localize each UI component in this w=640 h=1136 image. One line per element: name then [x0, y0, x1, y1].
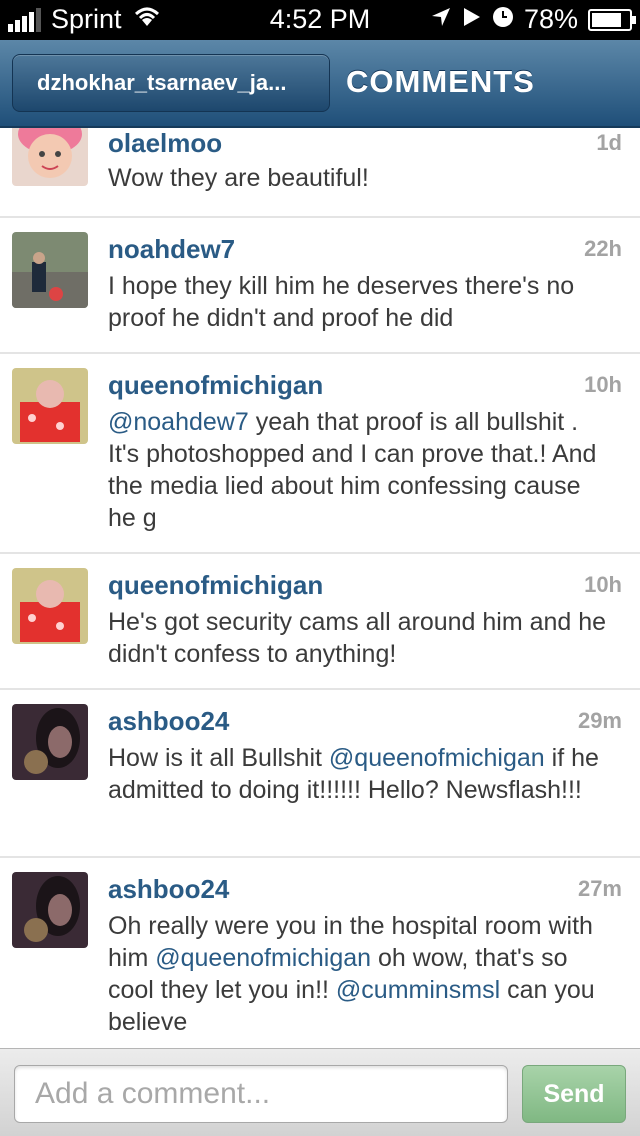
nav-bar: dzhokhar_tsarnaev_ja... COMMENTS: [0, 40, 640, 128]
comment-text: He's got security cams all around him an…: [108, 608, 607, 668]
comment-username[interactable]: noahdew7: [108, 234, 235, 265]
comment-username[interactable]: ashboo24: [108, 874, 229, 905]
battery-charging-icon: [588, 8, 636, 31]
comment-input[interactable]: [14, 1065, 508, 1123]
mention-link[interactable]: @queenofmichigan: [329, 744, 545, 772]
location-icon: [430, 4, 452, 35]
avatar[interactable]: [12, 568, 88, 644]
avatar[interactable]: [12, 872, 88, 948]
comment-item: queenofmichigan 10h He's got security ca…: [0, 554, 640, 690]
mention-link[interactable]: @noahdew7: [108, 408, 249, 436]
comment-time: 27m: [577, 876, 622, 901]
comment-username[interactable]: queenofmichigan: [108, 370, 323, 401]
comment-username[interactable]: ashboo24: [108, 706, 229, 737]
comment-text: Wow they are beautiful!: [108, 164, 369, 192]
play-icon: [462, 4, 482, 35]
comment-text: Oh really were you in the hospital room …: [108, 910, 608, 1038]
comment-list[interactable]: olaelmoo 1d Wow they are beautiful! noah…: [0, 128, 640, 1048]
comment-item: ashboo24 27m Oh really were you in the h…: [0, 858, 640, 1048]
send-button[interactable]: Send: [522, 1065, 626, 1123]
comment-time: 29m: [577, 708, 622, 733]
comment-item: noahdew7 22h I hope they kill him he des…: [0, 218, 640, 354]
comment-time: 1d: [596, 130, 622, 155]
avatar[interactable]: [12, 368, 88, 444]
comment-time: 10h: [584, 372, 622, 397]
comment-body: How is it all Bullshit: [108, 744, 329, 772]
status-bar: Sprint 4:52 PM 78%: [0, 0, 640, 40]
status-right: 78%: [430, 4, 636, 35]
comment-bar: Send: [0, 1048, 640, 1136]
comment-text: @noahdew7 yeah that proof is all bullshi…: [108, 406, 608, 534]
page-title: COMMENTS: [346, 64, 535, 99]
comment-text: I hope they kill him he deserves there's…: [108, 272, 575, 332]
comment-item: olaelmoo 1d Wow they are beautiful!: [0, 128, 640, 218]
alarm-icon: [492, 4, 514, 35]
back-button-label: dzhokhar_tsarnaev_ja...: [37, 70, 287, 95]
avatar[interactable]: [12, 704, 88, 780]
mention-link[interactable]: @cumminsmsl: [336, 976, 500, 1004]
comment-username[interactable]: olaelmoo: [108, 128, 222, 159]
comment-username[interactable]: queenofmichigan: [108, 570, 323, 601]
avatar[interactable]: [12, 232, 88, 308]
mention-link[interactable]: @queenofmichigan: [155, 944, 371, 972]
comment-item: ashboo24 29m How is it all Bullshit @que…: [0, 690, 640, 858]
battery-percent: 78%: [523, 4, 578, 34]
comment-item: queenofmichigan 10h @noahdew7 yeah that …: [0, 354, 640, 554]
avatar[interactable]: [12, 128, 88, 186]
comment-time: 22h: [584, 236, 622, 261]
comment-time: 10h: [584, 572, 622, 597]
comment-text: How is it all Bullshit @queenofmichigan …: [108, 742, 608, 806]
back-button[interactable]: dzhokhar_tsarnaev_ja...: [12, 54, 330, 112]
